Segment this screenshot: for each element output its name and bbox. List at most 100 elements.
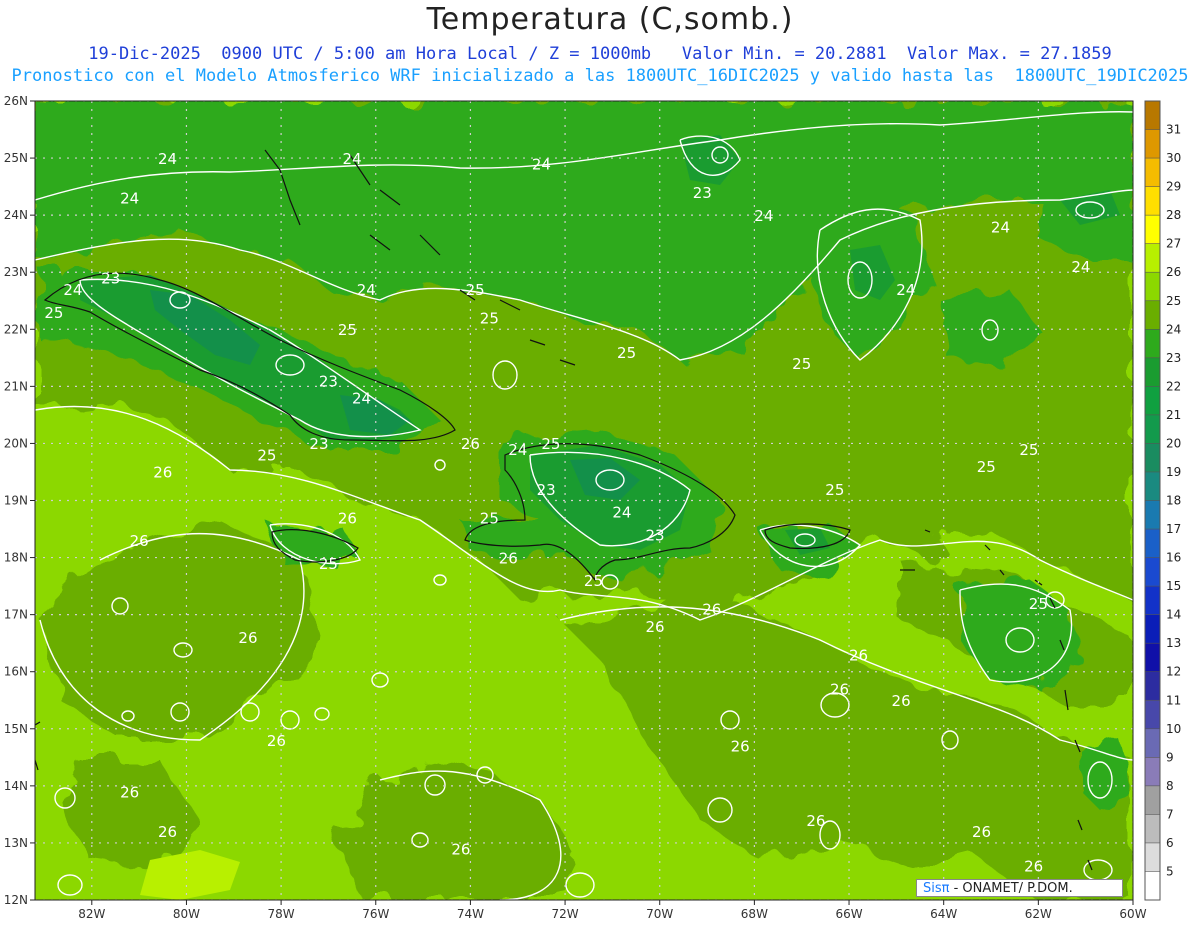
y-tick-label: 14N: [4, 779, 28, 793]
contour-label: 24: [532, 155, 551, 173]
colorbar-label: 29: [1166, 180, 1181, 194]
colorbar-swatch: [1145, 529, 1160, 559]
colorbar-swatch: [1145, 471, 1160, 501]
contour-label: 23: [101, 270, 120, 288]
colorbar-swatch: [1145, 557, 1160, 587]
colorbar-swatch: [1145, 186, 1160, 216]
contour-label: 26: [120, 783, 139, 801]
colorbar-label: 13: [1166, 636, 1181, 650]
contour-label: 26: [645, 618, 664, 636]
y-tick-label: 18N: [4, 551, 28, 565]
y-tick-label: 22N: [4, 322, 28, 336]
contour-label: 24: [991, 218, 1010, 236]
y-tick-label: 23N: [4, 265, 28, 279]
contour-label: 26: [972, 823, 991, 841]
colorbar-swatch: [1145, 272, 1160, 302]
y-tick-label: 12N: [4, 893, 28, 907]
colorbar-label: 28: [1166, 208, 1181, 222]
contour-label: 26: [451, 840, 470, 858]
contour-label: 25: [825, 481, 844, 499]
colorbar-swatch: [1145, 871, 1160, 901]
contour-label: 25: [466, 281, 485, 299]
contour-label: 25: [44, 304, 63, 322]
contour-label: 25: [792, 355, 811, 373]
colorbar-swatch: [1145, 785, 1160, 815]
contour-label: 23: [645, 526, 664, 544]
colorbar-swatch: [1145, 614, 1160, 644]
colorbar-swatch: [1145, 414, 1160, 444]
y-tick-label: 16N: [4, 665, 28, 679]
temperature-map: 24 24 2423242424242324 24 25 2425 252525252324…: [4, 94, 1182, 921]
colorbar-swatch: [1145, 443, 1160, 473]
contour-label: 26: [461, 435, 480, 453]
x-tick-label: 72W: [551, 907, 578, 921]
x-tick-label: 68W: [741, 907, 768, 921]
colorbar-swatch: [1145, 357, 1160, 387]
colorbar-label: 15: [1166, 579, 1181, 593]
contour-label: 24: [63, 281, 82, 299]
contour-label: 24: [1071, 258, 1090, 276]
colorbar-label: 6: [1166, 836, 1174, 850]
y-tick-label: 26N: [4, 94, 28, 108]
contour-label: 25: [541, 435, 560, 453]
y-tick-label: 17N: [4, 608, 28, 622]
colorbar-swatch: [1145, 386, 1160, 416]
contour-label: 26: [153, 464, 172, 482]
colorbar-swatch: [1145, 728, 1160, 758]
contour-label: 26: [499, 549, 518, 567]
colorbar-swatch: [1145, 243, 1160, 273]
colorbar-swatch: [1145, 129, 1160, 159]
colorbar-label: 23: [1166, 351, 1181, 365]
x-tick-label: 70W: [646, 907, 673, 921]
contour-label: 26: [702, 601, 721, 619]
colorbar-swatch: [1145, 586, 1160, 616]
contour-label: 25: [617, 344, 636, 362]
colorbar-label: 27: [1166, 237, 1181, 251]
y-tick-label: 25N: [4, 151, 28, 165]
contour-label: 24: [508, 441, 527, 459]
colorbar-swatch: [1145, 671, 1160, 701]
y-tick-label: 15N: [4, 722, 28, 736]
colorbar-label: 22: [1166, 379, 1181, 393]
contour-label: 23: [309, 435, 328, 453]
contour-label: 24: [896, 281, 915, 299]
contour-label: 23: [319, 372, 338, 390]
contour-label: 26: [849, 646, 868, 664]
colorbar-swatch: [1145, 814, 1160, 844]
colorbar-label: 17: [1166, 522, 1181, 536]
credit-text: - ONAMET/ P.DOM.: [953, 881, 1073, 896]
contour-label: 26: [267, 732, 286, 750]
contour-label: 26: [806, 812, 825, 830]
contour-label: 25: [257, 447, 276, 465]
x-tick-label: 66W: [835, 907, 862, 921]
y-tick-label: 21N: [4, 379, 28, 393]
colorbar-label: 11: [1166, 693, 1181, 707]
colorbar-label: 18: [1166, 494, 1181, 508]
contour-label: 25: [584, 572, 603, 590]
contour-label: 26: [731, 738, 750, 756]
colorbar-label: 10: [1166, 722, 1181, 736]
x-tick-label: 76W: [362, 907, 389, 921]
colorbar-swatch: [1145, 101, 1160, 131]
x-tick-label: 74W: [457, 907, 484, 921]
colorbar-label: 5: [1166, 864, 1174, 878]
x-tick-label: 64W: [930, 907, 957, 921]
colorbar-swatch: [1145, 643, 1160, 673]
colorbar: 31 30 29 28 27 26 25 24 23 22 21 20 19 18 17 16 15 14 13 12…: [1144, 100, 1181, 901]
colorbar-label: 7: [1166, 807, 1174, 821]
x-tick-label: 78W: [268, 907, 295, 921]
contour-label: 24: [352, 389, 371, 407]
colorbar-label: 20: [1166, 436, 1181, 450]
contour-label: 25: [1029, 595, 1048, 613]
contour-label: 25: [1019, 441, 1038, 459]
contour-label: 26: [892, 692, 911, 710]
contour-label: 24: [343, 150, 362, 168]
colorbar-label: 9: [1166, 750, 1174, 764]
y-tick-label: 13N: [4, 836, 28, 850]
contour-label: 25: [480, 509, 499, 527]
contour-label: 26: [130, 532, 149, 550]
colorbar-swatch: [1145, 158, 1160, 188]
y-tick-label: 20N: [4, 436, 28, 450]
y-tick-label: 19N: [4, 494, 28, 508]
colorbar-swatch: [1145, 329, 1160, 359]
